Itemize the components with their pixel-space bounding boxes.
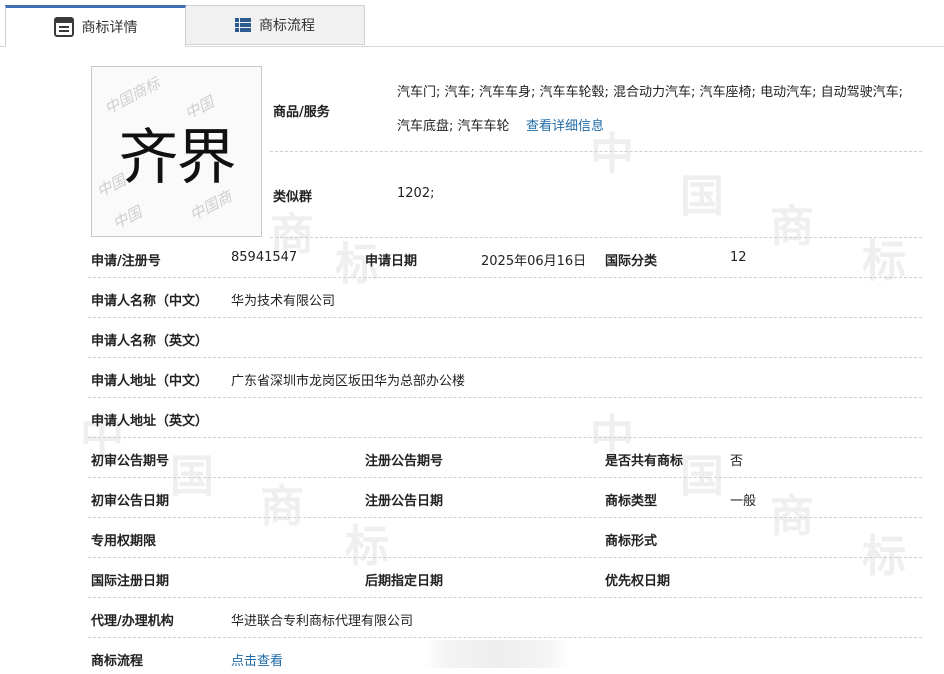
watermark-glyph: 商 [770, 201, 814, 252]
intl-class-value: 12 [730, 250, 747, 265]
divider [88, 357, 922, 358]
address-cn-label: 申请人地址（中文） [91, 374, 209, 389]
apply-date-label: 申请日期 [365, 254, 418, 269]
tab-bar: 商标详情 商标流程 [0, 0, 944, 47]
watermark-glyph: 国 [170, 451, 214, 502]
divider [88, 317, 922, 318]
priority-date-label: 优先权日期 [605, 574, 671, 589]
divider [88, 437, 922, 438]
divider [88, 517, 922, 518]
divider [88, 637, 922, 638]
applicant-cn-value: 华为技术有限公司 [231, 294, 336, 309]
view-process-link[interactable]: 点击查看 [231, 650, 283, 669]
reg-no-label: 申请/注册号 [91, 254, 161, 269]
address-cn-value: 广东省深圳市龙岗区坂田华为总部办公楼 [231, 374, 466, 389]
divider [88, 277, 922, 278]
divider [88, 397, 922, 398]
prelim-pub-no-label: 初审公告期号 [91, 454, 170, 469]
divider [88, 557, 922, 558]
mark-type-label: 商标类型 [605, 494, 658, 509]
agency-value: 华进联合专利商标代理有限公司 [231, 614, 414, 629]
watermark-glyph: 商 [770, 491, 814, 542]
mark-type-value: 一般 [730, 494, 757, 509]
blurred-overlay [425, 640, 570, 668]
similar-group-value: 1202; [397, 186, 435, 201]
intl-reg-date-label: 国际注册日期 [91, 574, 170, 589]
watermark-glyph: 标 [862, 531, 906, 582]
watermark-glyph: 标 [862, 236, 906, 287]
watermark-glyph: 国 [680, 171, 724, 222]
similar-group-label: 类似群 [273, 190, 313, 205]
applicant-en-label: 申请人名称（英文） [91, 334, 209, 349]
watermark-glyph: 国 [680, 451, 724, 502]
goods-services-label: 商品/服务 [273, 105, 330, 120]
goods-services-text: 汽车门; 汽车; 汽车车身; 汽车车轮毂; 混合动力汽车; 汽车座椅; 电动汽车… [397, 85, 903, 134]
prelim-pub-date-label: 初审公告日期 [91, 494, 170, 509]
applicant-cn-label: 申请人名称（中文） [91, 294, 209, 309]
trademark-image: 中国商标 中国 中国 中国商 中国 齐界 [91, 66, 262, 237]
tab-trademark-details[interactable]: 商标详情 [5, 5, 186, 47]
goods-services-value: 汽车门; 汽车; 汽车车身; 汽车车轮毂; 混合动力汽车; 汽车座椅; 电动汽车… [397, 76, 919, 144]
later-designation-label: 后期指定日期 [365, 574, 444, 589]
agency-label: 代理/办理机构 [91, 614, 174, 629]
shared-mark-value: 否 [730, 454, 744, 469]
divider [270, 151, 922, 152]
tab-trademark-process[interactable]: 商标流程 [186, 5, 365, 45]
address-en-label: 申请人地址（英文） [91, 414, 209, 429]
watermark-glyph: 标 [345, 521, 389, 572]
divider [88, 597, 922, 598]
apply-date-value: 2025年06月16日 [481, 254, 587, 269]
process-label: 商标流程 [91, 654, 144, 669]
divider [88, 477, 922, 478]
document-list-icon [53, 17, 74, 37]
view-details-link[interactable]: 查看详细信息 [526, 119, 604, 134]
logo-ghost-text: 中国 [109, 202, 145, 233]
reg-pub-date-label: 注册公告日期 [365, 494, 444, 509]
mark-form-label: 商标形式 [605, 534, 658, 549]
reg-pub-no-label: 注册公告期号 [365, 454, 444, 469]
watermark-glyph: 商 [260, 481, 304, 532]
reg-no-value: 85941547 [231, 250, 298, 265]
intl-class-label: 国际分类 [605, 254, 658, 269]
trademark-mark-text: 齐界 [118, 123, 237, 193]
exclusive-period-label: 专用权期限 [91, 534, 157, 549]
tab-label: 商标详情 [81, 20, 138, 36]
grid-table-icon [235, 17, 251, 33]
tab-label: 商标流程 [259, 18, 315, 34]
shared-mark-label: 是否共有商标 [605, 454, 684, 469]
divider [270, 237, 922, 238]
